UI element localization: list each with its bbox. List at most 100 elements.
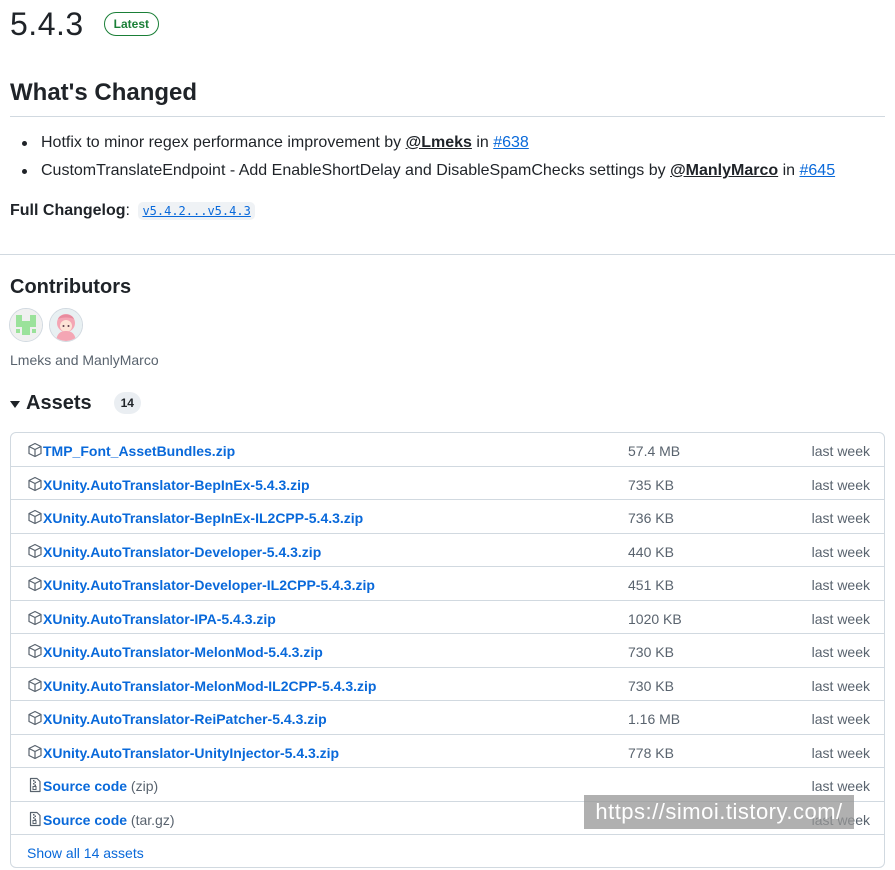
asset-date: last week [811, 677, 870, 694]
asset-download-link[interactable]: XUnity.AutoTranslator-MelonMod-IL2CPP-5.… [43, 677, 376, 695]
asset-name: XUnity.AutoTranslator-Developer-IL2CPP-5… [43, 577, 375, 593]
asset-row: XUnity.AutoTranslator-BepInEx-5.4.3.zip 7… [11, 467, 884, 500]
asset-date: last week [811, 510, 870, 526]
release-title[interactable]: 5.4.3 [10, 2, 84, 46]
asset-name: XUnity.AutoTranslator-BepInEx-IL2CPP-5.4… [43, 510, 364, 526]
asset-row: TMP_Font_AssetBundles.zip 57.4 MB last wee… [11, 433, 884, 467]
asset-size: 451 KB [628, 577, 674, 593]
asset-download-link[interactable]: XUnity.AutoTranslator-MelonMod-5.4.3.zip [43, 643, 323, 661]
asset-size: 1020 KB [628, 610, 682, 627]
asset-download-link[interactable]: Source code (zip) [43, 777, 158, 795]
change-list: Hotfix to minor regex performance improv… [20, 129, 835, 185]
pr-link-645[interactable]: #645 [800, 162, 836, 179]
asset-size: 1.16 MB [628, 711, 681, 727]
changelog-code: v5.4.2...v5.4.3 [138, 202, 255, 220]
package-icon [27, 744, 43, 763]
asset-name: XUnity.AutoTranslator-IPA-5.4.3.zip [43, 610, 276, 627]
asset-row: XUnity.AutoTranslator-UnityInjector-5.4.… [11, 735, 884, 768]
asset-row: XUnity.AutoTranslator-BepInEx-IL2CPP-5.4… [11, 500, 884, 534]
author-link-manlymarco[interactable]: @ManlyMarco [670, 162, 778, 179]
file-zip-icon [27, 777, 43, 796]
asset-size: 735 KB [628, 476, 674, 493]
asset-download-link[interactable]: XUnity.AutoTranslator-BepInEx-5.4.3.zip [43, 476, 310, 494]
asset-date: last week [811, 644, 870, 660]
changelog-compare-link[interactable]: v5.4.2...v5.4.3 [134, 202, 255, 220]
asset-row: XUnity.AutoTranslator-MelonMod-IL2CPP-5.… [11, 668, 884, 701]
asset-name: Source code [43, 811, 128, 828]
asset-download-link[interactable]: XUnity.AutoTranslator-IPA-5.4.3.zip [43, 610, 276, 628]
asset-date: last week [811, 543, 870, 560]
assets-count-badge: 14 [113, 392, 141, 414]
asset-name: TMP_Font_AssetBundles.zip [43, 443, 236, 459]
asset-date: last week [811, 476, 870, 493]
asset-date: last week [811, 443, 870, 459]
full-changelog: Full Changelog: v5.4.2...v5.4.3 [10, 199, 255, 223]
asset-name: XUnity.AutoTranslator-MelonMod-IL2CPP-5.… [43, 677, 377, 694]
asset-download-link[interactable]: XUnity.AutoTranslator-Developer-IL2CPP-5… [43, 576, 375, 594]
asset-download-link[interactable]: XUnity.AutoTranslator-BepInEx-IL2CPP-5.4… [43, 509, 363, 527]
asset-name: XUnity.AutoTranslator-MelonMod-5.4.3.zip [43, 644, 323, 660]
manlymarco-avatar[interactable] [49, 308, 83, 342]
asset-download-link[interactable]: TMP_Font_AssetBundles.zip [43, 442, 235, 460]
assets-heading: Assets [26, 392, 92, 414]
file-zip-icon [27, 811, 43, 830]
contributor-names: Lmeks and ManlyMarco [10, 352, 159, 368]
asset-date: last week [811, 577, 870, 593]
asset-date: last week [811, 778, 870, 794]
pr-link-638[interactable]: #638 [493, 134, 529, 151]
show-all-assets-link[interactable]: Show all 14 assets [27, 844, 144, 862]
asset-name: XUnity.AutoTranslator-UnityInjector-5.4.… [43, 744, 340, 761]
asset-size: 440 KB [628, 543, 674, 560]
asset-format: (tar.gz) [130, 811, 175, 828]
changelog-label: Full Changelog [10, 202, 126, 219]
asset-name: XUnity.AutoTranslator-ReiPatcher-5.4.3.z… [43, 711, 327, 727]
package-icon [27, 543, 43, 562]
section-divider [0, 254, 895, 255]
asset-size: 730 KB [628, 677, 674, 694]
asset-name: Source code [43, 778, 128, 794]
change-in: in [471, 134, 494, 151]
asset-row: XUnity.AutoTranslator-ReiPatcher-5.4.3.z… [11, 701, 884, 735]
asset-date: last week [811, 744, 870, 761]
change-in: in [778, 162, 800, 179]
asset-download-link[interactable]: XUnity.AutoTranslator-Developer-5.4.3.zi… [43, 543, 321, 561]
asset-size: 736 KB [628, 510, 674, 526]
package-icon [27, 509, 43, 528]
asset-row: XUnity.AutoTranslator-Developer-5.4.3.zi… [11, 534, 884, 567]
asset-download-link[interactable]: XUnity.AutoTranslator-ReiPatcher-5.4.3.z… [43, 710, 327, 728]
asset-date: last week [811, 610, 870, 627]
contributors-heading: Contributors [10, 276, 132, 298]
package-icon [27, 677, 43, 696]
asset-size: 778 KB [628, 744, 674, 761]
lmeks-avatar[interactable] [9, 308, 43, 342]
asset-size: 57.4 MB [628, 443, 681, 459]
triangle-down-icon [10, 400, 20, 408]
asset-row: XUnity.AutoTranslator-Developer-IL2CPP-5… [11, 567, 884, 601]
asset-format: (zip) [130, 778, 159, 794]
whats-changed-heading: What's Changed [10, 79, 198, 106]
asset-download-link[interactable]: XUnity.AutoTranslator-UnityInjector-5.4.… [43, 744, 339, 762]
change-text: CustomTranslateEndpoint - Add EnableShor… [41, 162, 671, 179]
author-link-lmeks[interactable]: @Lmeks [406, 134, 472, 151]
heading-divider [10, 116, 885, 117]
asset-size: 730 KB [628, 644, 674, 660]
asset-date: last week [811, 711, 870, 727]
anime-avatar-icon [50, 309, 82, 341]
change-item: Hotfix to minor regex performance improv… [20, 129, 835, 157]
assets-toggle[interactable]: Assets 14 [10, 390, 141, 416]
release-header: 5.4.3 Latest [10, 2, 160, 46]
asset-name: XUnity.AutoTranslator-BepInEx-5.4.3.zip [43, 476, 310, 493]
asset-row: XUnity.AutoTranslator-MelonMod-5.4.3.zip… [11, 634, 884, 668]
asset-download-link[interactable]: Source code (tar.gz) [43, 811, 175, 829]
change-text: Hotfix to minor regex performance improv… [41, 134, 406, 151]
package-icon [27, 576, 43, 595]
latest-badge: Latest [103, 12, 160, 36]
contributor-avatars [9, 308, 89, 342]
asset-name: XUnity.AutoTranslator-Developer-5.4.3.zi… [43, 543, 322, 560]
package-icon [27, 710, 43, 729]
package-icon [27, 442, 43, 461]
watermark: https://simoi.tistory.com/ [584, 795, 854, 829]
package-icon [27, 610, 43, 629]
identicon-icon [10, 309, 42, 341]
package-icon [27, 643, 43, 662]
